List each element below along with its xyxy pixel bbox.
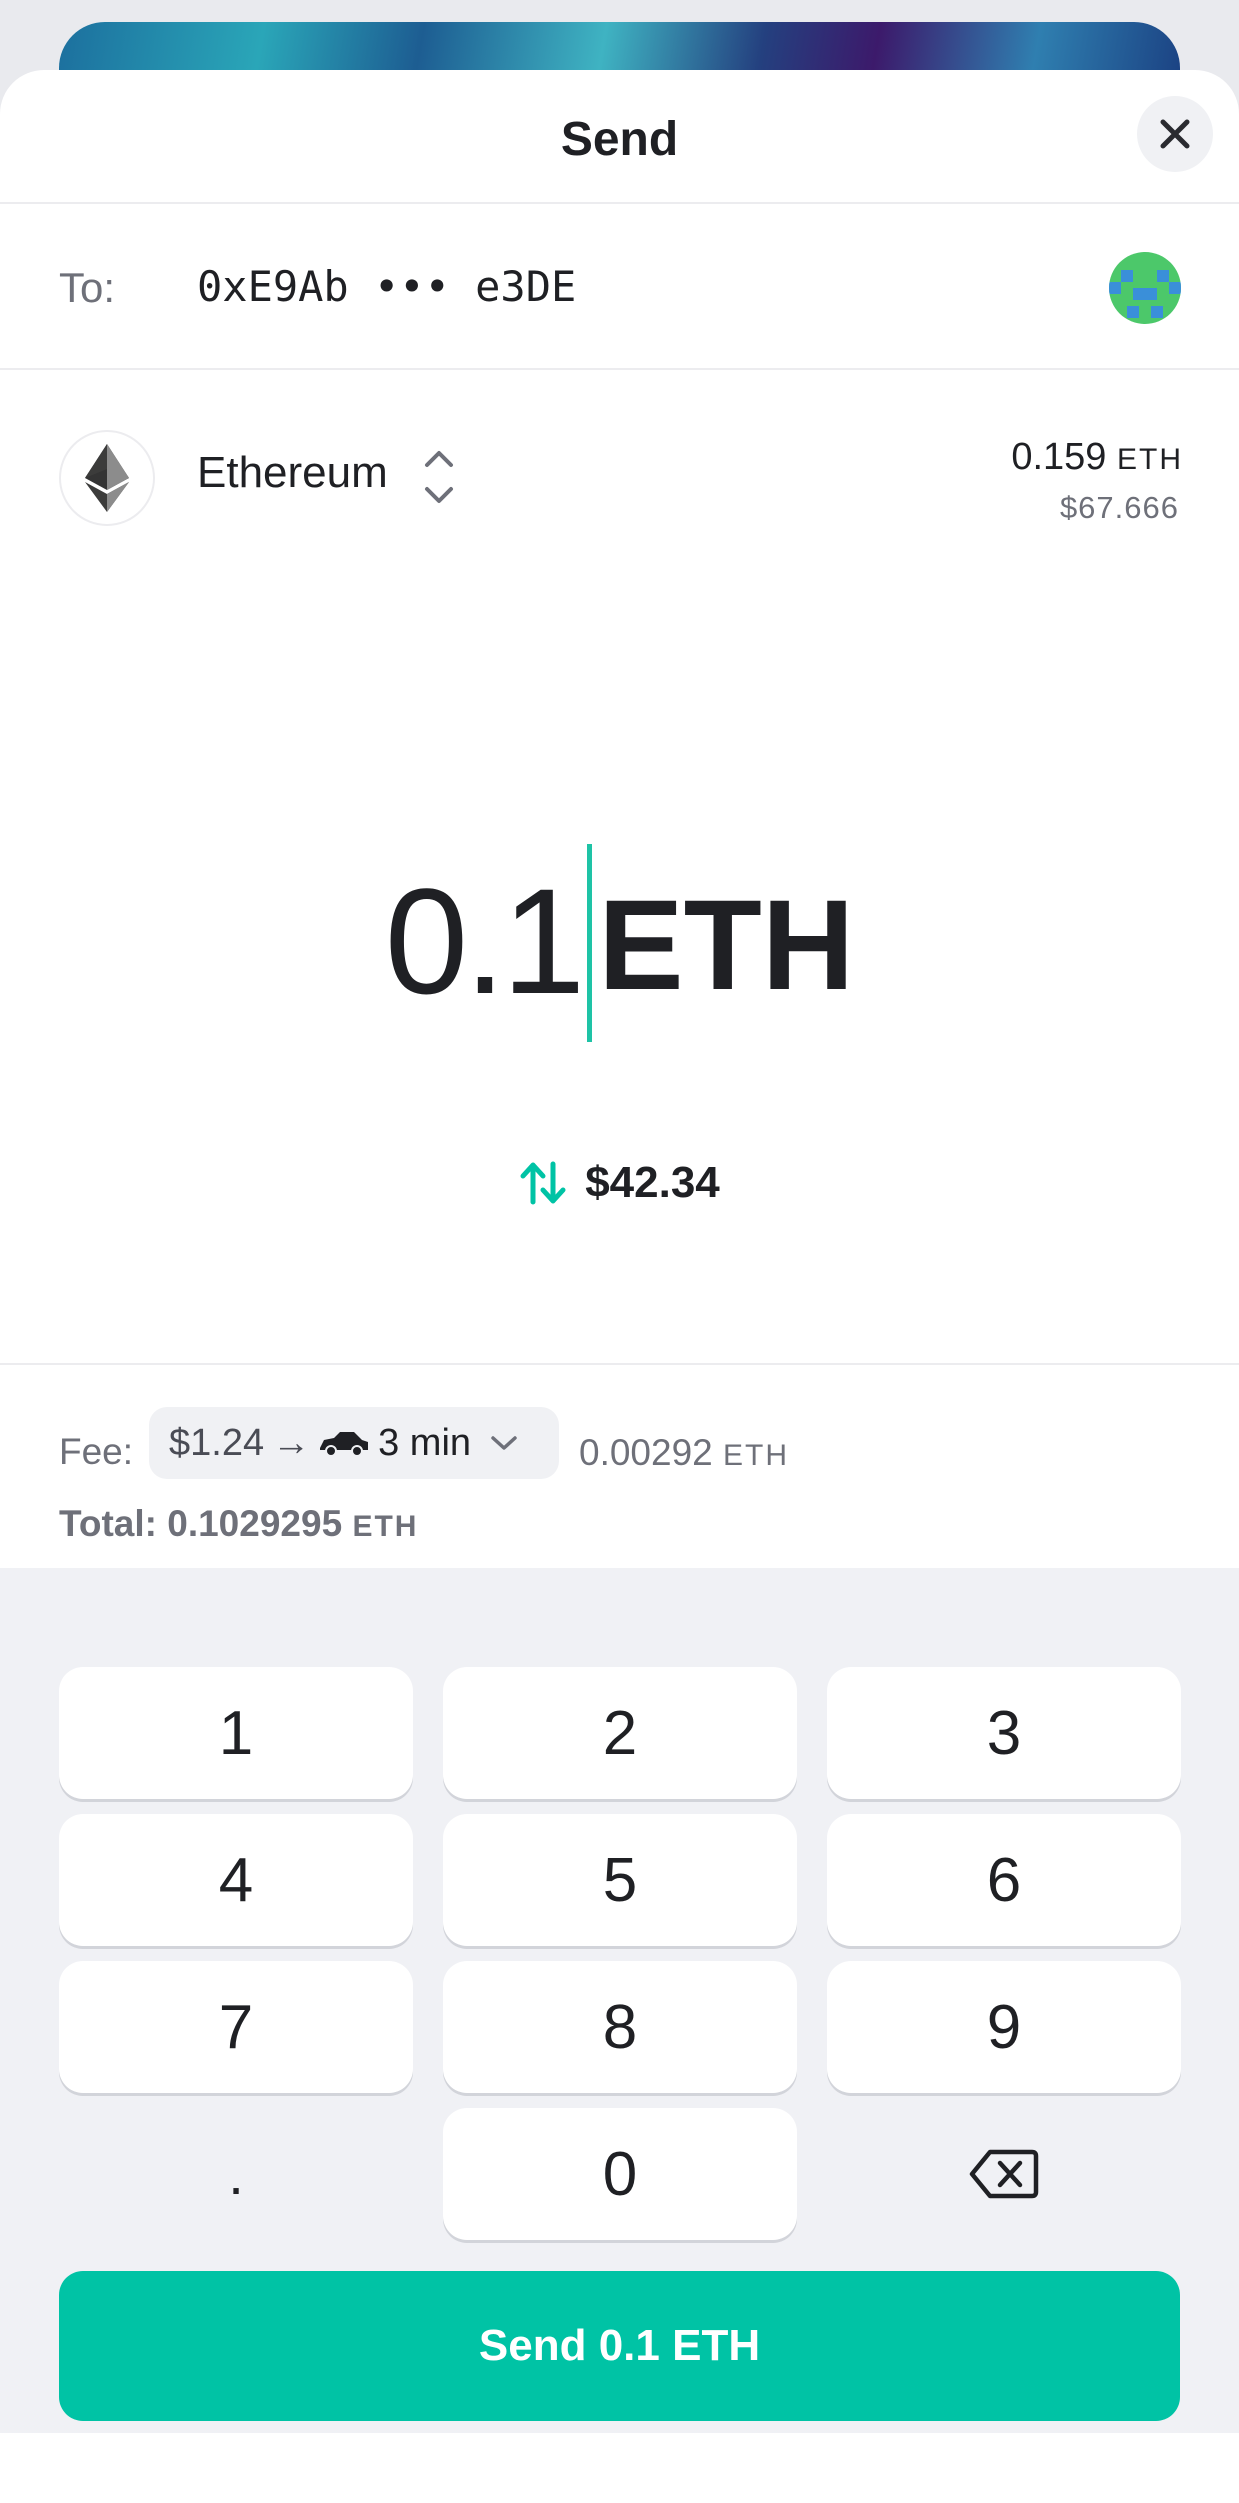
recipient-label: To: [59, 264, 116, 311]
fiat-toggle[interactable]: $42.34 [0, 1158, 1239, 1211]
fee-section: Fee: $1.24 → 3 min 0.00292 ETH Total: 0.… [0, 1363, 1239, 1568]
key-2[interactable]: 2 [443, 1667, 797, 1799]
total-label: Total: [59, 1503, 157, 1544]
key-1[interactable]: 1 [59, 1667, 413, 1799]
amount-value: 0.1 [384, 857, 586, 1025]
fee-time: 3 min [378, 1421, 472, 1464]
key-7[interactable]: 7 [59, 1961, 413, 2093]
fee-label: Fee: [59, 1431, 134, 1472]
fee-usd: $1.24 [169, 1421, 265, 1464]
token-selector[interactable]: Ethereum 0.159 ETH $67.666 [0, 370, 1239, 530]
amount-unit: ETH [598, 874, 855, 1017]
recipient-address: 0xE9Ab ••• e3DE [197, 262, 577, 311]
fee-eth: 0.00292 ETH [579, 1432, 789, 1474]
key-6[interactable]: 6 [827, 1814, 1181, 1946]
backspace-button[interactable] [827, 2108, 1181, 2240]
car-icon [320, 1432, 369, 1457]
key-8[interactable]: 8 [443, 1961, 797, 2093]
chevron-down-icon [491, 1436, 517, 1450]
recipient-row[interactable]: To: 0xE9Ab ••• e3DE [0, 204, 1239, 370]
close-icon [1160, 119, 1190, 149]
total-row: Total: 0.1029295 ETH [59, 1503, 418, 1545]
backspace-icon [969, 2149, 1039, 2199]
sheet-header: Send [0, 70, 1239, 204]
balance-unit: ETH [1117, 443, 1183, 476]
fee-speed-selector[interactable]: $1.24 → 3 min [149, 1407, 559, 1479]
token-name: Ethereum [197, 448, 388, 497]
ethereum-icon [59, 430, 155, 526]
sheet-title: Send [560, 113, 679, 166]
key-3[interactable]: 3 [827, 1667, 1181, 1799]
balance-amount: 0.159 [1011, 436, 1107, 478]
amount-display: 0.1 ETH [0, 830, 1239, 1050]
key-5[interactable]: 5 [443, 1814, 797, 1946]
fee-arrow: → [272, 1421, 311, 1464]
key-4[interactable]: 4 [59, 1814, 413, 1946]
fee-eth-amount: 0.00292 [579, 1432, 713, 1473]
send-button[interactable]: Send 0.1 ETH [59, 2271, 1180, 2421]
text-caret [587, 844, 593, 1042]
total-unit: ETH [352, 1510, 419, 1543]
pixel-avatar-icon [1109, 252, 1181, 324]
token-balance: 0.159 ETH [1011, 436, 1183, 479]
fee-eth-unit: ETH [723, 1439, 790, 1472]
key-decimal[interactable]: . [59, 2108, 413, 2240]
close-button[interactable] [1137, 96, 1213, 172]
fiat-value: $42.34 [585, 1158, 720, 1207]
balance-usd: $67.666 [1059, 490, 1179, 525]
total-amount: 0.1029295 [167, 1503, 343, 1544]
key-9[interactable]: 9 [827, 1961, 1181, 2093]
chevron-up-down-icon [425, 451, 453, 503]
swap-arrows-icon [520, 1161, 566, 1205]
key-0[interactable]: 0 [443, 2108, 797, 2240]
